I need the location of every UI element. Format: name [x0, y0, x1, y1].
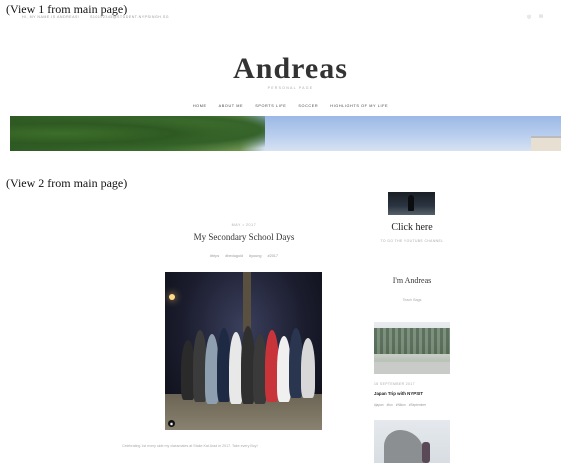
about-widget-subtitle: Teach Bags	[402, 298, 422, 302]
header-banner-image	[10, 116, 561, 151]
view-2-label: (View 2 from main page)	[6, 176, 128, 190]
nav-item-highlights[interactable]: HIGHLIGHTS OF MY LIFE	[330, 104, 388, 108]
sidebar-post-tags: #japan #fun #Nikon #September	[374, 403, 426, 407]
sidebar-tag[interactable]: #japan	[374, 403, 384, 407]
post-photo[interactable]: ◉	[165, 272, 322, 430]
post-tag[interactable]: #2017	[267, 254, 278, 258]
sidebar-tag[interactable]: #Nikon	[396, 403, 406, 407]
instagram-badge-icon: ◉	[168, 420, 175, 427]
post-tag[interactable]: #trips	[210, 254, 219, 258]
thumbnail-trees	[374, 328, 450, 354]
post-title[interactable]: My Secondary School Days	[164, 232, 324, 242]
site-subtitle: PERSONAL PAGE	[267, 86, 314, 90]
youtube-link[interactable]: Click here	[374, 222, 450, 233]
post-tag[interactable]: #bedugoid	[225, 254, 243, 258]
youtube-link-subtitle: TO GO THE YOUTUBE CHANNEL	[380, 239, 444, 243]
post-caption: Celebrating 1st every side my classmates…	[122, 444, 258, 448]
site-title[interactable]: Andreas	[0, 52, 581, 86]
post-tags: #trips #bedugoid #young #2017	[164, 254, 324, 258]
post-tag[interactable]: #young	[249, 254, 261, 258]
sidebar-tag[interactable]: #September	[409, 403, 426, 407]
nav-item-about-me[interactable]: ABOUT ME	[219, 104, 244, 108]
sidebar-next-thumbnail[interactable]	[374, 420, 450, 463]
about-widget-title: I'm Andreas	[392, 276, 432, 285]
thumbnail-road	[374, 362, 450, 374]
main-nav: HOME ABOUT ME SPORTS LIFE SOCCER HIGHLIG…	[0, 104, 581, 108]
photo-lamp	[169, 294, 175, 300]
thumbnail-figure	[408, 195, 414, 211]
mail-icon[interactable]: ✉	[539, 14, 543, 20]
nav-item-soccer[interactable]: SOCCER	[298, 104, 318, 108]
sidebar-tag[interactable]: #fun	[387, 403, 393, 407]
top-bar: HI, MY NAME IS ANDREAS! S10192345@STUDEN…	[0, 14, 581, 27]
thumbnail-rock	[384, 430, 424, 463]
greeting-text: HI, MY NAME IS ANDREAS!	[22, 15, 80, 19]
instagram-icon[interactable]: ◎	[527, 14, 531, 20]
sidebar-post-date: 18 SEPTEMBER 2017	[374, 382, 415, 386]
japan-trip-thumbnail[interactable]	[374, 322, 450, 374]
banner-trees	[10, 116, 265, 151]
photo-group	[177, 320, 317, 410]
sidebar-post-title[interactable]: Japan Trip with NYPSIT	[374, 391, 423, 396]
email-link[interactable]: S10192345@STUDENT.NYPSINGH.SG	[90, 15, 169, 19]
nav-item-sports-life[interactable]: SPORTS LIFE	[255, 104, 286, 108]
youtube-thumbnail[interactable]	[388, 192, 435, 215]
thumbnail-person	[422, 442, 430, 463]
post-date: MAY • 2017	[231, 223, 257, 227]
nav-item-home[interactable]: HOME	[193, 104, 207, 108]
banner-building	[531, 136, 561, 151]
